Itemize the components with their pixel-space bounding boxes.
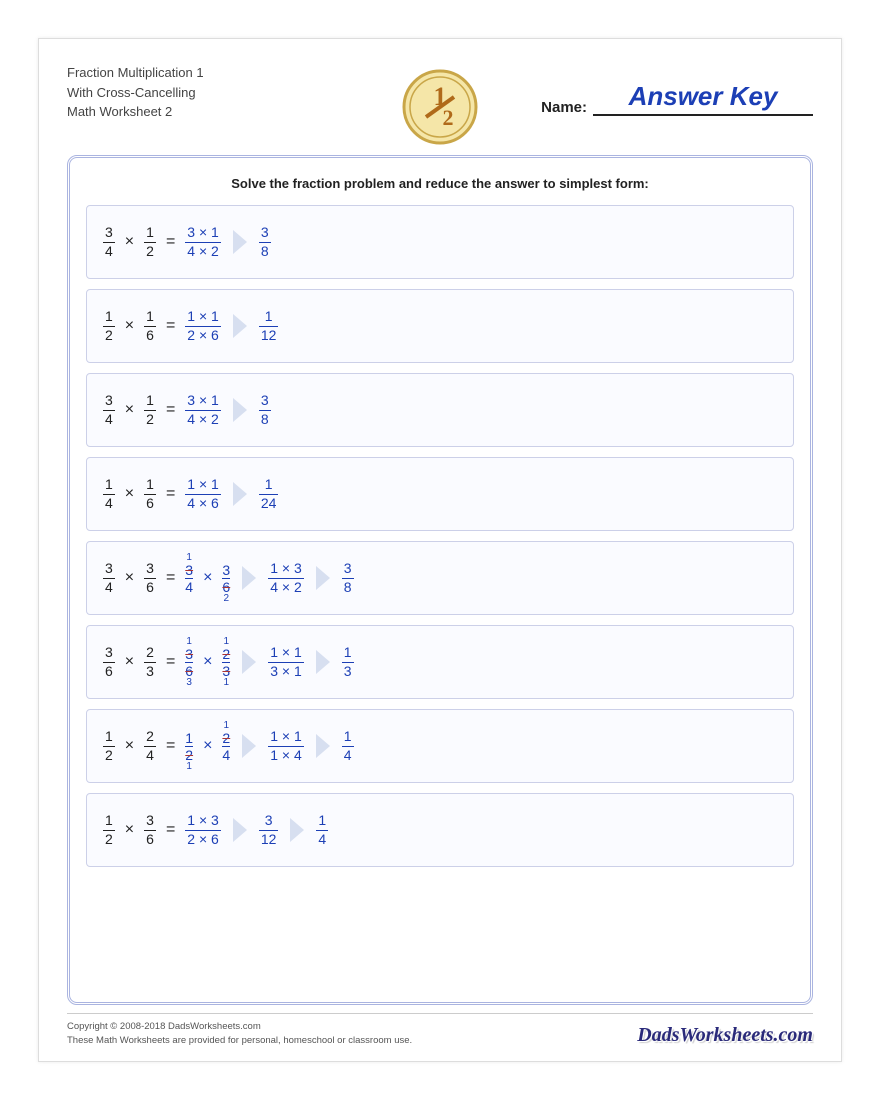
times-icon: × [201,653,214,671]
arrow-icon [316,734,330,758]
title-line-3: Math Worksheet 2 [67,102,204,122]
fraction: 23 [144,645,156,679]
times-icon: × [201,737,214,755]
footer-note: These Math Worksheets are provided for p… [67,1034,412,1047]
problem-row: 34 × 36 = 134 × 362 1 × 34 × 2 38 [86,541,794,615]
fraction-badge-icon: 1 2 [400,67,480,147]
problem-row: 36 × 23 = 1363 × 1231 1 × 13 × 1 13 [86,625,794,699]
problem-row: 14 × 16 = 1 × 14 × 6 124 [86,457,794,531]
footer-text: Copyright © 2008-2018 DadsWorksheets.com… [67,1020,412,1047]
fraction: 3 × 14 × 2 [185,225,221,259]
fraction: 34 [103,561,115,595]
cancel-fraction: 124 [222,721,230,772]
equals-icon: = [164,233,177,251]
arrow-icon [242,650,256,674]
arrow-icon [233,230,247,254]
fraction: 12 [103,309,115,343]
cancel-fraction: 121 [185,721,193,772]
equals-icon: = [164,737,177,755]
fraction: 1 × 34 × 2 [268,561,304,595]
fraction: 34 [103,225,115,259]
problem-list: 34 × 12 = 3 × 14 × 2 38 12 × 16 = 1 × 12 × 6… [86,205,794,867]
arrow-icon [242,566,256,590]
times-icon: × [123,653,136,671]
fraction: 1 × 14 × 6 [185,477,221,511]
times-icon: × [123,821,136,839]
arrow-icon [316,650,330,674]
cancel-fraction: 1231 [222,637,230,688]
equals-icon: = [164,821,177,839]
fraction: 24 [144,729,156,763]
fraction: 13 [342,645,354,679]
fraction: 1 × 13 × 1 [268,645,304,679]
cancel-fraction: 134 [185,553,193,604]
equals-icon: = [164,569,177,587]
fraction: 1 × 11 × 4 [268,729,304,763]
arrow-icon [233,314,247,338]
problem-row: 34 × 12 = 3 × 14 × 2 38 [86,205,794,279]
times-icon: × [123,569,136,587]
svg-text:2: 2 [443,105,454,130]
header: Fraction Multiplication 1 With Cross-Can… [67,63,813,173]
name-label: Name: [541,99,587,116]
fraction: 36 [144,813,156,847]
title-line-1: Fraction Multiplication 1 [67,63,204,83]
worksheet-frame: Solve the fraction problem and reduce th… [67,155,813,1005]
footer-logo: DadsWorksheets.com [637,1024,813,1047]
arrow-icon [242,734,256,758]
times-icon: × [123,401,136,419]
fraction: 38 [342,561,354,595]
arrow-icon [233,482,247,506]
fraction: 36 [103,645,115,679]
fraction: 16 [144,477,156,511]
fraction: 124 [259,477,279,511]
fraction: 12 [103,813,115,847]
times-icon: × [123,485,136,503]
title-line-2: With Cross-Cancelling [67,83,204,103]
fraction: 1 × 32 × 6 [185,813,221,847]
times-icon: × [123,317,136,335]
name-value: Answer Key [593,81,813,116]
copyright: Copyright © 2008-2018 DadsWorksheets.com [67,1020,412,1033]
instruction: Solve the fraction problem and reduce th… [86,176,794,191]
arrow-icon [316,566,330,590]
fraction: 36 [144,561,156,595]
arrow-icon [233,818,247,842]
times-icon: × [201,569,214,587]
times-icon: × [123,233,136,251]
fraction: 12 [144,393,156,427]
fraction: 14 [103,477,115,511]
problem-row: 12 × 24 = 121 × 124 1 × 11 × 4 14 [86,709,794,783]
footer: Copyright © 2008-2018 DadsWorksheets.com… [67,1013,813,1047]
equals-icon: = [164,653,177,671]
fraction: 112 [259,309,279,343]
fraction: 312 [259,813,279,847]
equals-icon: = [164,485,177,503]
equals-icon: = [164,317,177,335]
cancel-fraction: 1363 [185,637,193,688]
title-block: Fraction Multiplication 1 With Cross-Can… [67,63,204,122]
fraction: 1 × 12 × 6 [185,309,221,343]
arrow-icon [233,398,247,422]
worksheet-page: Fraction Multiplication 1 With Cross-Can… [38,38,842,1062]
fraction: 12 [144,225,156,259]
fraction: 38 [259,393,271,427]
arrow-icon [290,818,304,842]
problem-row: 12 × 36 = 1 × 32 × 6 312 14 [86,793,794,867]
fraction: 14 [316,813,328,847]
fraction: 38 [259,225,271,259]
fraction: 3 × 14 × 2 [185,393,221,427]
fraction: 16 [144,309,156,343]
name-block: Name: Answer Key [541,81,813,116]
problem-row: 34 × 12 = 3 × 14 × 2 38 [86,373,794,447]
fraction: 12 [103,729,115,763]
problem-row: 12 × 16 = 1 × 12 × 6 112 [86,289,794,363]
fraction: 34 [103,393,115,427]
equals-icon: = [164,401,177,419]
fraction: 14 [342,729,354,763]
cancel-fraction: 362 [222,553,230,604]
times-icon: × [123,737,136,755]
